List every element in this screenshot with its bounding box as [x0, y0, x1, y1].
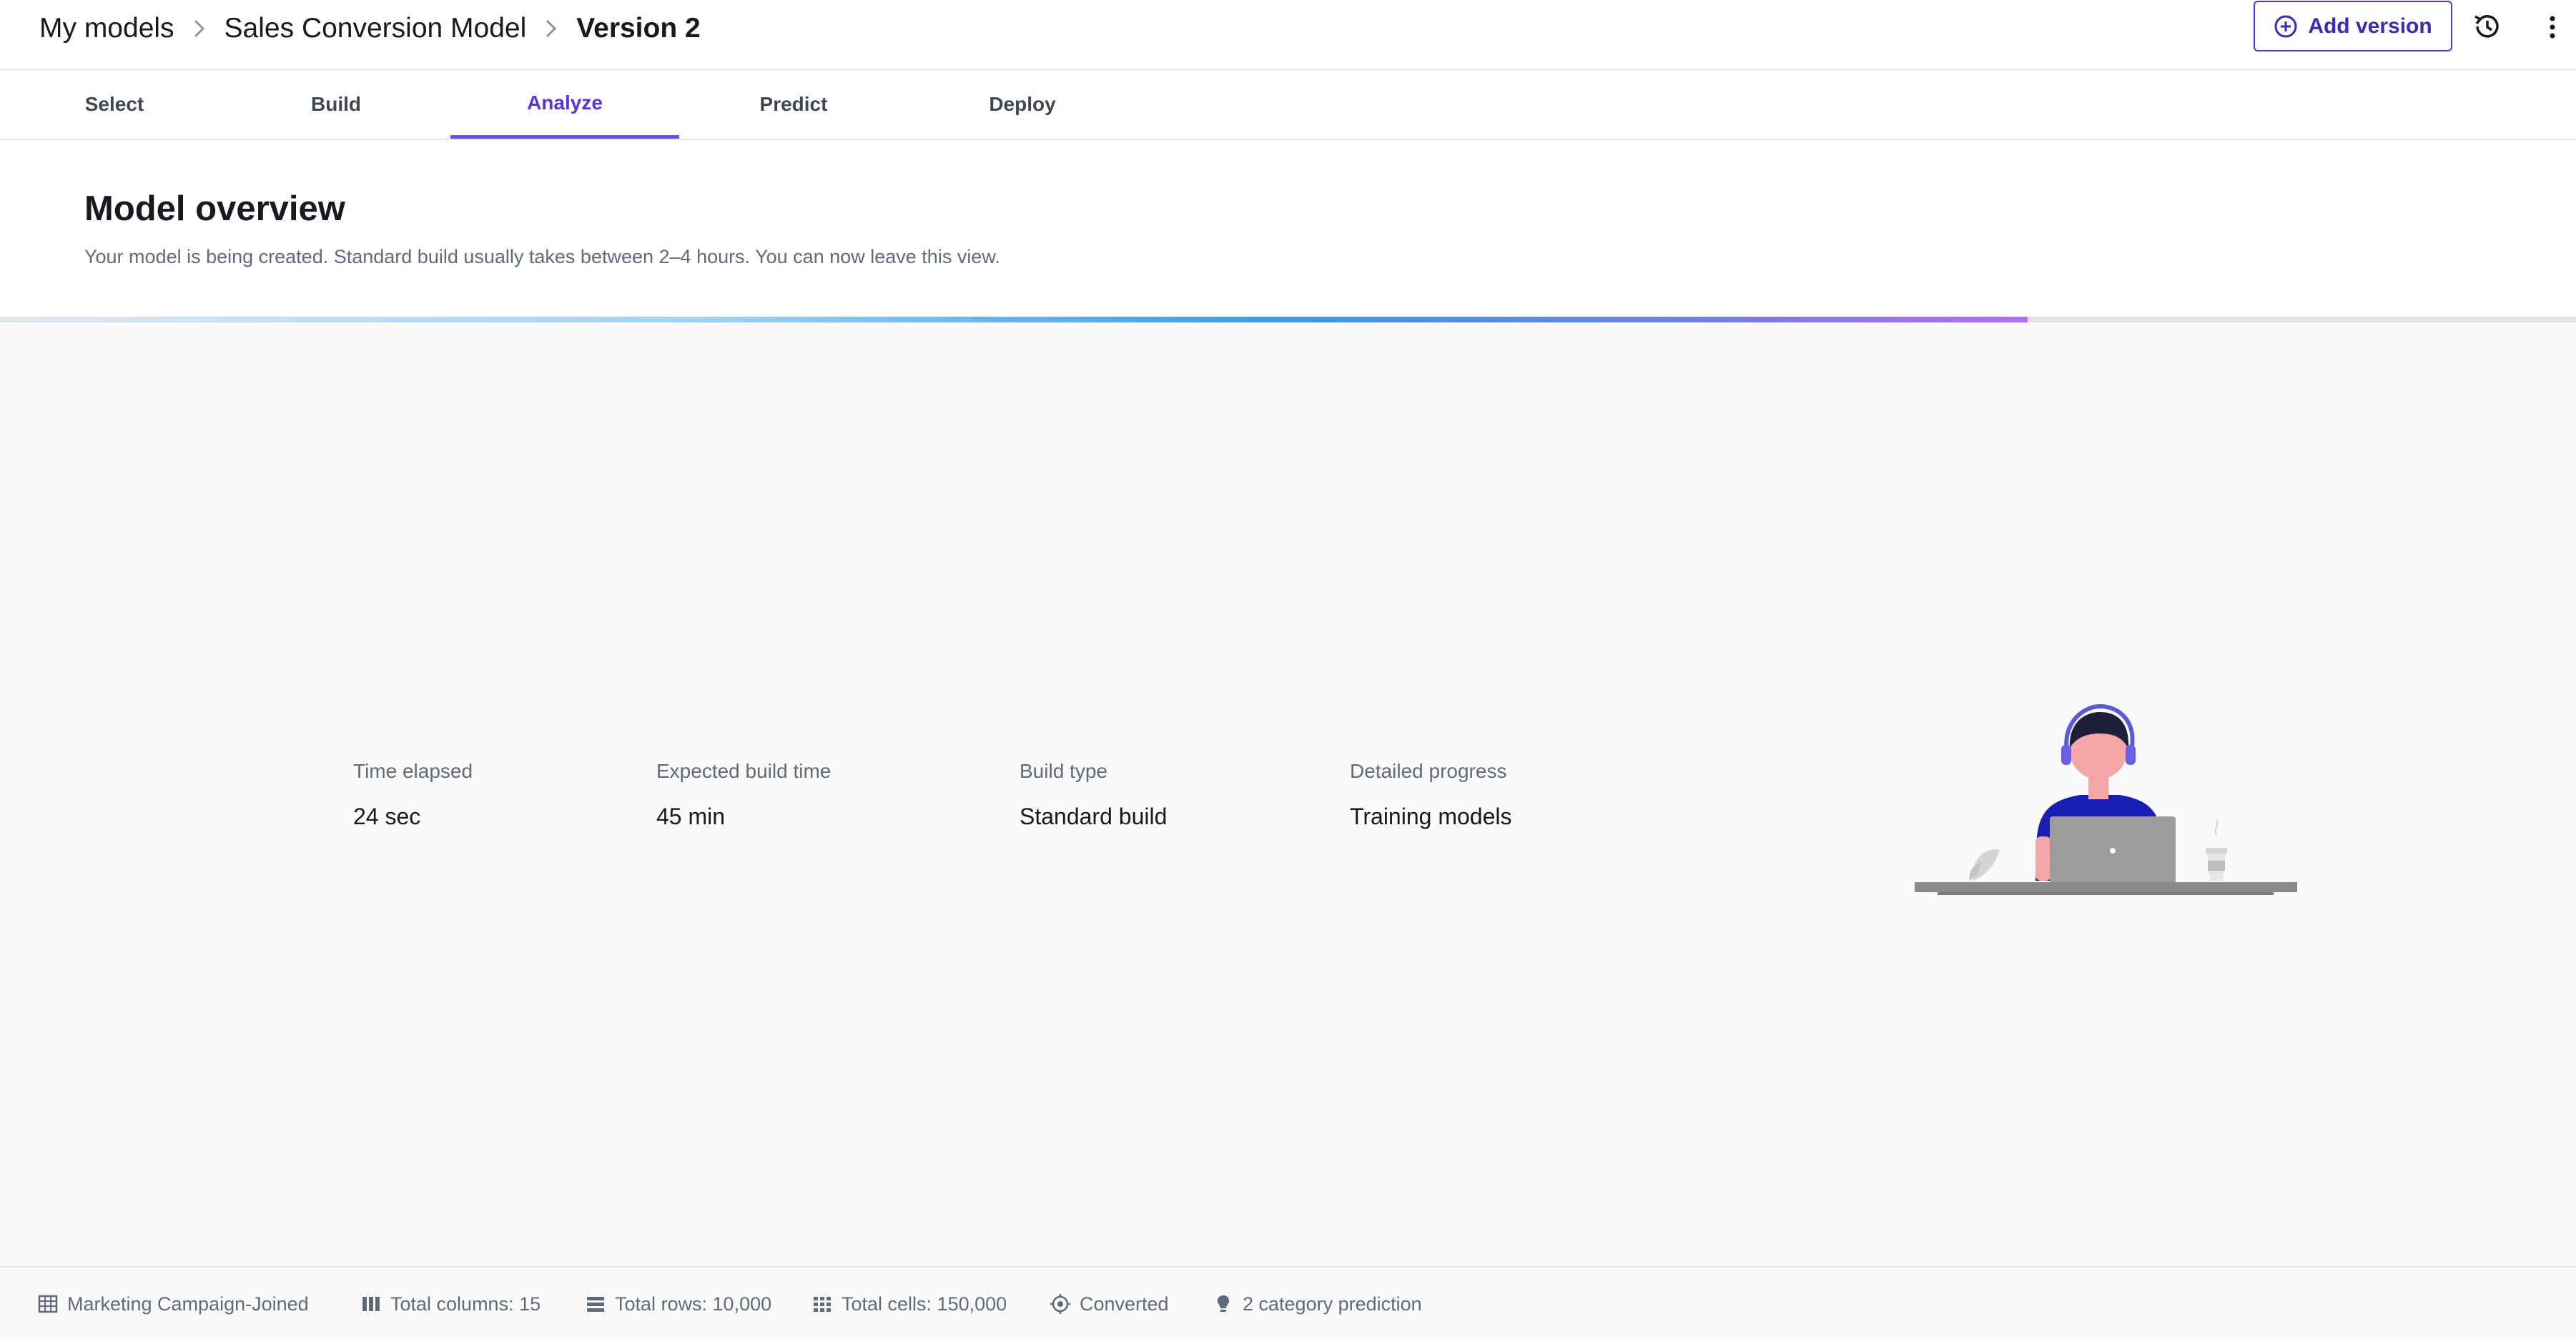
footer-target-text: Converted — [1080, 1293, 1169, 1315]
tab-predict[interactable]: Predict — [679, 70, 908, 139]
detailed-progress-value: Training models — [1350, 804, 1512, 829]
breadcrumb: My models Sales Conversion Model Version… — [39, 9, 701, 49]
tab-deploy[interactable]: Deploy — [908, 70, 1137, 139]
time-elapsed-value: 24 sec — [353, 804, 421, 829]
chevron-right-icon — [174, 17, 224, 40]
model-overview: Model overview Your model is being creat… — [0, 140, 2576, 317]
breadcrumb-model[interactable]: Sales Conversion Model — [224, 13, 527, 44]
chevron-right-icon — [526, 17, 576, 40]
tab-analyze[interactable]: Analyze — [450, 70, 679, 139]
expected-build-time-value: 45 min — [656, 804, 726, 829]
footer-cells: Total cells: 150,000 — [811, 1268, 1007, 1339]
expected-build-time-label: Expected build time — [656, 760, 831, 782]
build-type-value: Standard build — [1020, 804, 1168, 829]
detailed-progress-label: Detailed progress — [1350, 760, 1507, 782]
dataset-info-footer: Marketing Campaign-Joined Total columns:… — [0, 1266, 2576, 1339]
footer-columns-text: Total columns: 15 — [390, 1293, 541, 1315]
more-vertical-icon[interactable] — [2545, 13, 2560, 41]
cells-icon — [814, 1297, 831, 1312]
add-version-button[interactable]: Add version — [2254, 1, 2452, 51]
footer-dataset: Marketing Campaign-Joined — [37, 1268, 309, 1339]
footer-target: Converted — [1050, 1268, 1169, 1339]
tab-bar: Select Build Analyze Predict Deploy — [0, 70, 2576, 140]
footer-prediction-type-text: 2 category prediction — [1243, 1293, 1422, 1315]
header: My models Sales Conversion Model Version… — [0, 0, 2576, 70]
person-at-laptop-illustration — [1915, 703, 2297, 895]
time-elapsed-label: Time elapsed — [353, 760, 473, 782]
page-title: Model overview — [84, 189, 345, 228]
tab-build[interactable]: Build — [222, 70, 450, 139]
footer-dataset-text: Marketing Campaign-Joined — [67, 1293, 309, 1315]
tab-select[interactable]: Select — [0, 70, 229, 139]
target-icon — [1050, 1294, 1070, 1314]
footer-rows: Total rows: 10,000 — [585, 1268, 771, 1339]
add-version-label: Add version — [2308, 14, 2432, 38]
footer-prediction-type: 2 category prediction — [1213, 1268, 1422, 1339]
build-progress-bar — [0, 317, 2576, 322]
rows-icon — [587, 1297, 604, 1312]
build-type-label: Build type — [1020, 760, 1107, 782]
lightbulb-icon — [1217, 1295, 1230, 1312]
app-window: My models Sales Conversion Model Version… — [0, 0, 2576, 1339]
footer-columns: Total columns: 15 — [360, 1268, 541, 1339]
footer-cells-text: Total cells: 150,000 — [842, 1293, 1007, 1315]
breadcrumb-version: Version 2 — [576, 13, 701, 44]
build-progress-fill — [0, 317, 2028, 322]
page-subtitle: Your model is being created. Standard bu… — [84, 246, 1000, 267]
footer-rows-text: Total rows: 10,000 — [615, 1293, 772, 1315]
history-icon[interactable] — [2471, 10, 2504, 43]
table-icon — [38, 1295, 58, 1313]
plus-circle-icon — [2274, 15, 2297, 37]
columns-icon — [362, 1297, 380, 1311]
breadcrumb-my-models[interactable]: My models — [39, 13, 174, 44]
